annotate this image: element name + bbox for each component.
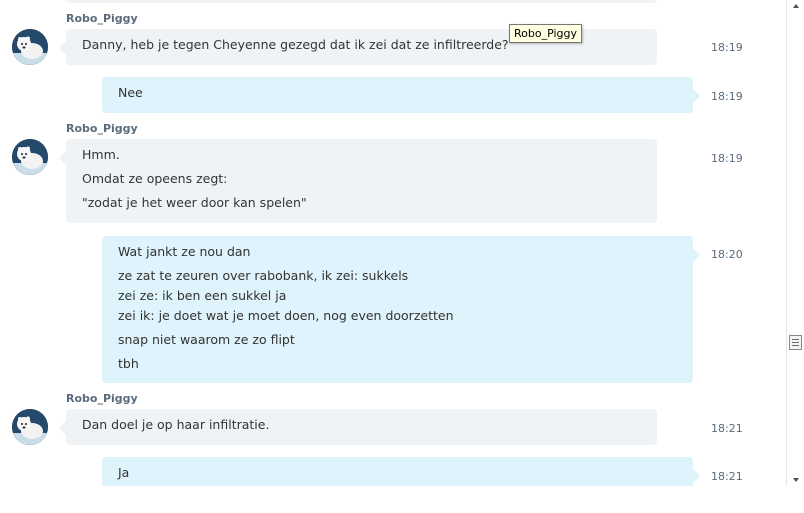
message-text: zei ik: je doet wat je moet doen, nog ev… bbox=[118, 308, 454, 323]
scroll-down-arrow-icon[interactable] bbox=[793, 478, 799, 482]
message-text: Wat jankt ze nou dan bbox=[118, 244, 251, 259]
message-timestamp: 18:19 bbox=[711, 152, 743, 165]
message-text: Nee bbox=[118, 85, 143, 100]
polar-bear-avatar-icon[interactable] bbox=[12, 139, 48, 175]
scroll-thumb[interactable] bbox=[789, 335, 802, 350]
message-text: Dan doel je op haar infiltratie. bbox=[82, 417, 270, 432]
sender-name[interactable]: Robo_Piggy bbox=[66, 122, 138, 135]
sender-name[interactable]: Robo_Piggy bbox=[66, 12, 138, 25]
message-bubble[interactable]: Wat jankt ze nou dan ze zat te zeuren ov… bbox=[102, 236, 700, 383]
message-timestamp: 18:19 bbox=[711, 41, 743, 54]
vertical-scrollbar[interactable] bbox=[786, 0, 804, 486]
message-bubble[interactable]: Ja bbox=[102, 457, 700, 486]
chat-history[interactable]: Robo_Piggy Danny, heb je tegen Cheyenne … bbox=[0, 0, 786, 486]
polar-bear-avatar-icon[interactable] bbox=[12, 409, 48, 445]
message-text: snap niet waarom ze zo flipt bbox=[118, 332, 295, 347]
sender-tooltip: Robo_Piggy bbox=[509, 24, 583, 43]
message-timestamp: 18:21 bbox=[711, 422, 743, 435]
message-text: Omdat ze opeens zegt: bbox=[82, 171, 228, 186]
message-timestamp: 18:19 bbox=[711, 90, 743, 103]
message-text: "zodat je het weer door kan spelen" bbox=[82, 195, 307, 210]
message-text: ze zat te zeuren over rabobank, ik zei: … bbox=[118, 268, 409, 283]
message-text: Hmm. bbox=[82, 147, 120, 162]
message-timestamp: 18:21 bbox=[711, 470, 743, 483]
message-text: Ja bbox=[118, 465, 130, 480]
previous-message-bubble bbox=[66, 0, 657, 3]
message-bubble[interactable]: Dan doel je op haar infiltratie. bbox=[59, 409, 657, 445]
polar-bear-avatar-icon[interactable] bbox=[12, 29, 48, 65]
sender-name[interactable]: Robo_Piggy bbox=[66, 392, 138, 405]
message-bubble[interactable]: Hmm. Omdat ze opeens zegt: "zodat je het… bbox=[59, 139, 657, 223]
message-timestamp: 18:20 bbox=[711, 248, 743, 261]
scroll-up-arrow-icon[interactable] bbox=[793, 4, 799, 8]
message-bubble[interactable]: Nee bbox=[102, 77, 700, 113]
message-text: zei ze: ik ben een sukkel ja bbox=[118, 288, 287, 303]
message-text: tbh bbox=[118, 356, 139, 371]
